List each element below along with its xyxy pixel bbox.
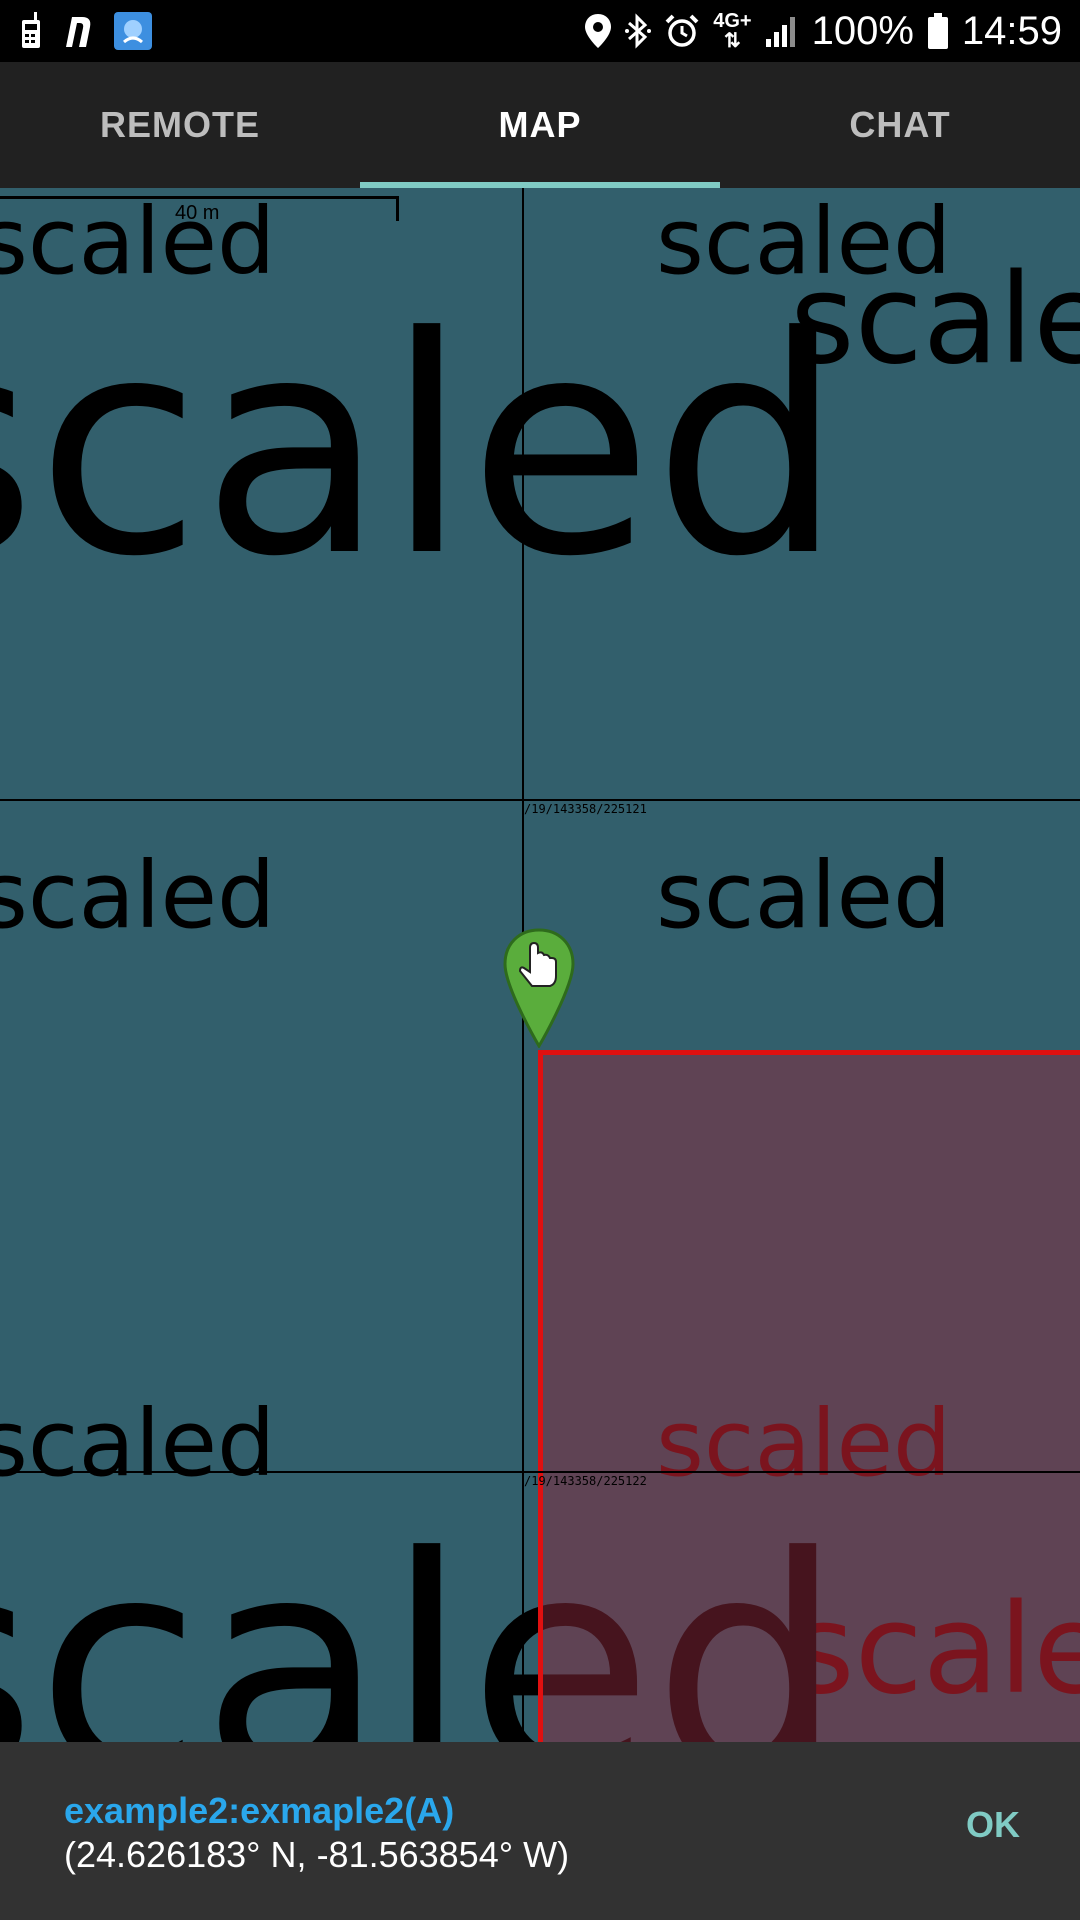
tile-grid-line (0, 799, 1080, 801)
app-thumbnail-icon (114, 12, 152, 50)
walkie-talkie-icon (20, 12, 42, 50)
signal-icon (765, 15, 798, 47)
geofence-polygon[interactable] (538, 1050, 1080, 1742)
network-arrows-icon: 4G+ ⇅ (713, 10, 752, 52)
status-bar: 4G+ ⇅ 100% 14:59 (0, 0, 1080, 62)
battery-percent: 100% (811, 8, 914, 53)
location-icon (585, 14, 612, 48)
tile-label: scaled (0, 273, 844, 622)
battery-icon (927, 13, 948, 49)
scale-label: 40 m (175, 202, 220, 224)
tab-remote[interactable]: REMOTE (0, 62, 360, 188)
tile-id-label: /19/143358/225121 (524, 802, 647, 816)
pointing-hand-marker-icon[interactable] (502, 928, 576, 1049)
status-left-icons (20, 10, 152, 52)
n-app-icon (62, 13, 94, 49)
tab-bar: REMOTE MAP CHAT (0, 62, 1080, 188)
tile-grid-line (0, 1471, 1080, 1473)
bluetooth-icon (625, 13, 652, 49)
tile-label: scaled (656, 842, 952, 949)
tab-map[interactable]: MAP (360, 62, 720, 188)
map-view[interactable]: scaled scaled scaled scaled scaled scale… (0, 188, 1080, 1742)
clock: 14:59 (961, 8, 1062, 53)
alarm-icon (665, 14, 699, 48)
marker-title: example2:exmaple2(A) (64, 1790, 455, 1831)
status-right-icons: 4G+ ⇅ 100% 14:59 (585, 8, 1062, 54)
marker-info-bar: example2:exmaple2(A) (24.626183° N, -81.… (0, 1742, 1080, 1920)
tab-chat[interactable]: CHAT (720, 62, 1080, 188)
tile-label: scaled (0, 1390, 276, 1497)
tile-label: scaled (0, 842, 276, 949)
marker-coordinates: (24.626183° N, -81.563854° W) (64, 1834, 570, 1875)
tile-id-label: /19/143358/225122 (524, 1474, 647, 1488)
ok-button[interactable]: OK (966, 1804, 1020, 1846)
